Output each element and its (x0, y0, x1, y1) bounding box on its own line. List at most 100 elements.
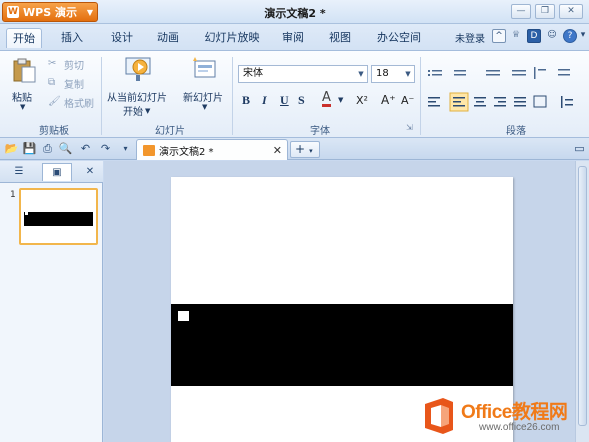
office-logo-icon (425, 398, 453, 434)
new-slide-icon (193, 57, 216, 78)
font-color-button[interactable]: A (322, 91, 331, 107)
skin-icon[interactable]: ^ (492, 29, 506, 43)
tab-animation[interactable]: 动画 (152, 28, 184, 48)
underline-button[interactable]: U (280, 93, 289, 108)
scrollbar-thumb[interactable] (578, 166, 587, 426)
quick-access-toolbar: 📂 💾 ⎙ 🔍 ↶ ↷ ▾ 演示文稿2 * ✕ + ▾ ▭ (0, 138, 589, 160)
undo-icon[interactable]: ↶ (78, 141, 93, 156)
new-tab-button[interactable]: + ▾ (290, 141, 320, 158)
chevron-down-icon: ▼ (86, 7, 93, 17)
redo-icon[interactable]: ↷ (98, 141, 113, 156)
ribbon-tabs: 开始 插入 设计 动画 幻灯片放映 审阅 视图 办公空间 未登录 ^ ♕ D ☺… (0, 24, 589, 50)
outline-tab-icon[interactable]: ☰ (4, 163, 34, 181)
slides-group-label: 幻灯片 (155, 126, 185, 137)
avatar-icon[interactable]: ☺ (545, 29, 559, 43)
document-tab[interactable]: 演示文稿2 * ✕ (136, 139, 288, 160)
shrink-font-button[interactable]: A⁻ (401, 94, 414, 107)
paste-dropdown[interactable]: ▼ (20, 103, 25, 111)
tab-review[interactable]: 审阅 (277, 28, 309, 48)
italic-button[interactable]: I (262, 93, 267, 108)
font-group-label: 字体 (310, 126, 330, 137)
slide-white-marker (178, 311, 189, 321)
shirt-icon[interactable]: ♕ (509, 29, 523, 43)
slide-black-band (171, 304, 513, 386)
group-divider (101, 57, 102, 135)
print-icon[interactable]: ⎙ (40, 141, 55, 156)
clipboard-group-label: 剪贴板 (39, 126, 69, 137)
close-button[interactable]: ✕ (559, 4, 583, 19)
new-slide-dropdown[interactable]: ▼ (202, 103, 207, 111)
strikethrough-button[interactable]: S (298, 93, 305, 108)
tab-slideshow[interactable]: 幻灯片放映 (199, 28, 265, 48)
chevron-down-icon: ▼ (145, 106, 151, 115)
thumbnail-white-marker (25, 212, 28, 215)
slide-thumbnail-1[interactable] (19, 188, 98, 245)
font-dialog-launcher[interactable]: ⇲ (406, 123, 413, 132)
chevron-down-icon[interactable]: ▾ (578, 29, 588, 43)
title-bar: W WPS 演示 ▼ 演示文稿2 * — ❐ ✕ (0, 0, 589, 24)
copy-icon: ⧉ (48, 76, 56, 88)
chevron-down-icon: ▾ (309, 147, 313, 155)
maximize-button[interactable]: ❐ (535, 4, 555, 19)
cut-label: 剪切 (64, 61, 84, 72)
login-link[interactable]: 未登录 (455, 30, 485, 45)
copy-button[interactable]: ⧉ 复制 (48, 76, 84, 92)
minimize-button[interactable]: — (511, 4, 531, 19)
copy-label: 复制 (64, 80, 84, 91)
paragraph-group-label: 段落 (506, 126, 526, 137)
font-name-value: 宋体 (243, 68, 263, 79)
cut-button[interactable]: ✂ 剪切 (48, 57, 84, 73)
slides-tab-icon[interactable]: ▣ (42, 163, 72, 181)
app-menu-label: WPS 演示 (23, 6, 77, 19)
play-from-current-label-2: 开始 ▼ (123, 103, 151, 119)
chevron-down-icon: ▼ (405, 70, 411, 78)
superscript-button[interactable]: X² (356, 94, 368, 107)
font-size-select[interactable]: 18 ▼ (371, 65, 415, 83)
tab-home[interactable]: 开始 (6, 28, 42, 48)
open-folder-icon[interactable]: 📂 (4, 141, 19, 156)
paragraph-tools-icon (428, 67, 573, 112)
paste-label: 粘贴 (12, 93, 32, 104)
close-icon[interactable]: ✕ (80, 163, 100, 181)
grow-font-button[interactable]: A⁺ (381, 93, 396, 107)
paste-icon (13, 58, 36, 83)
wps-logo-icon: W (7, 6, 19, 18)
tab-office-space[interactable]: 办公空间 (371, 28, 427, 48)
font-size-value: 18 (376, 68, 389, 79)
slide-thumbnail-panel: ☰ ▣ ✕ 1 (0, 161, 103, 442)
play-from-current-button[interactable]: 从当前幻灯片 (107, 89, 167, 104)
thumbnail-black-band (24, 212, 93, 226)
presentation-doc-icon (143, 144, 155, 156)
font-color-dropdown[interactable]: ▼ (338, 96, 343, 104)
watermark: Office教程网 www.office26.com (421, 396, 587, 438)
app-menu-button[interactable]: W WPS 演示 ▼ (2, 2, 98, 22)
bold-button[interactable]: B (242, 93, 250, 108)
play-from-current-icon (125, 57, 151, 81)
customize-dropdown-icon[interactable]: ▾ (118, 141, 133, 156)
format-painter-button[interactable]: 🖌 格式刷 (48, 95, 94, 111)
watermark-url: www.office26.com (479, 422, 560, 433)
ribbon: 粘贴 ▼ ✂ 剪切 ⧉ 复制 🖌 格式刷 剪贴板 从当前幻灯片 开始 ▼ 新幻灯… (0, 50, 589, 138)
document-tab-label: 演示文稿2 * (159, 146, 214, 158)
group-divider (232, 57, 233, 135)
close-icon[interactable]: ✕ (273, 144, 282, 157)
help-icon[interactable]: ? (563, 29, 577, 43)
watermark-title: Office教程网 (461, 402, 568, 423)
play-from-current-label: 从当前幻灯片 (107, 93, 167, 104)
save-icon[interactable]: 💾 (22, 141, 37, 156)
new-slide-label: 新幻灯片 (183, 93, 223, 104)
tab-insert[interactable]: 插入 (56, 28, 88, 48)
panel-tabs: ☰ ▣ ✕ (0, 161, 103, 183)
paste-button[interactable]: 粘贴 (12, 89, 32, 104)
scissors-icon: ✂ (48, 57, 57, 69)
print-preview-icon[interactable]: 🔍 (58, 141, 73, 156)
panel-toggle-icon[interactable]: ▭ (572, 141, 587, 156)
new-slide-button[interactable]: 新幻灯片 (183, 89, 223, 104)
format-painter-label: 格式刷 (64, 99, 94, 110)
tab-design[interactable]: 设计 (106, 28, 138, 48)
tab-view[interactable]: 视图 (324, 28, 356, 48)
d-icon[interactable]: D (527, 29, 541, 43)
font-name-select[interactable]: 宋体 ▼ (238, 65, 368, 83)
window-title: 演示文稿2 * (264, 7, 326, 20)
chevron-down-icon: ▼ (358, 70, 364, 78)
